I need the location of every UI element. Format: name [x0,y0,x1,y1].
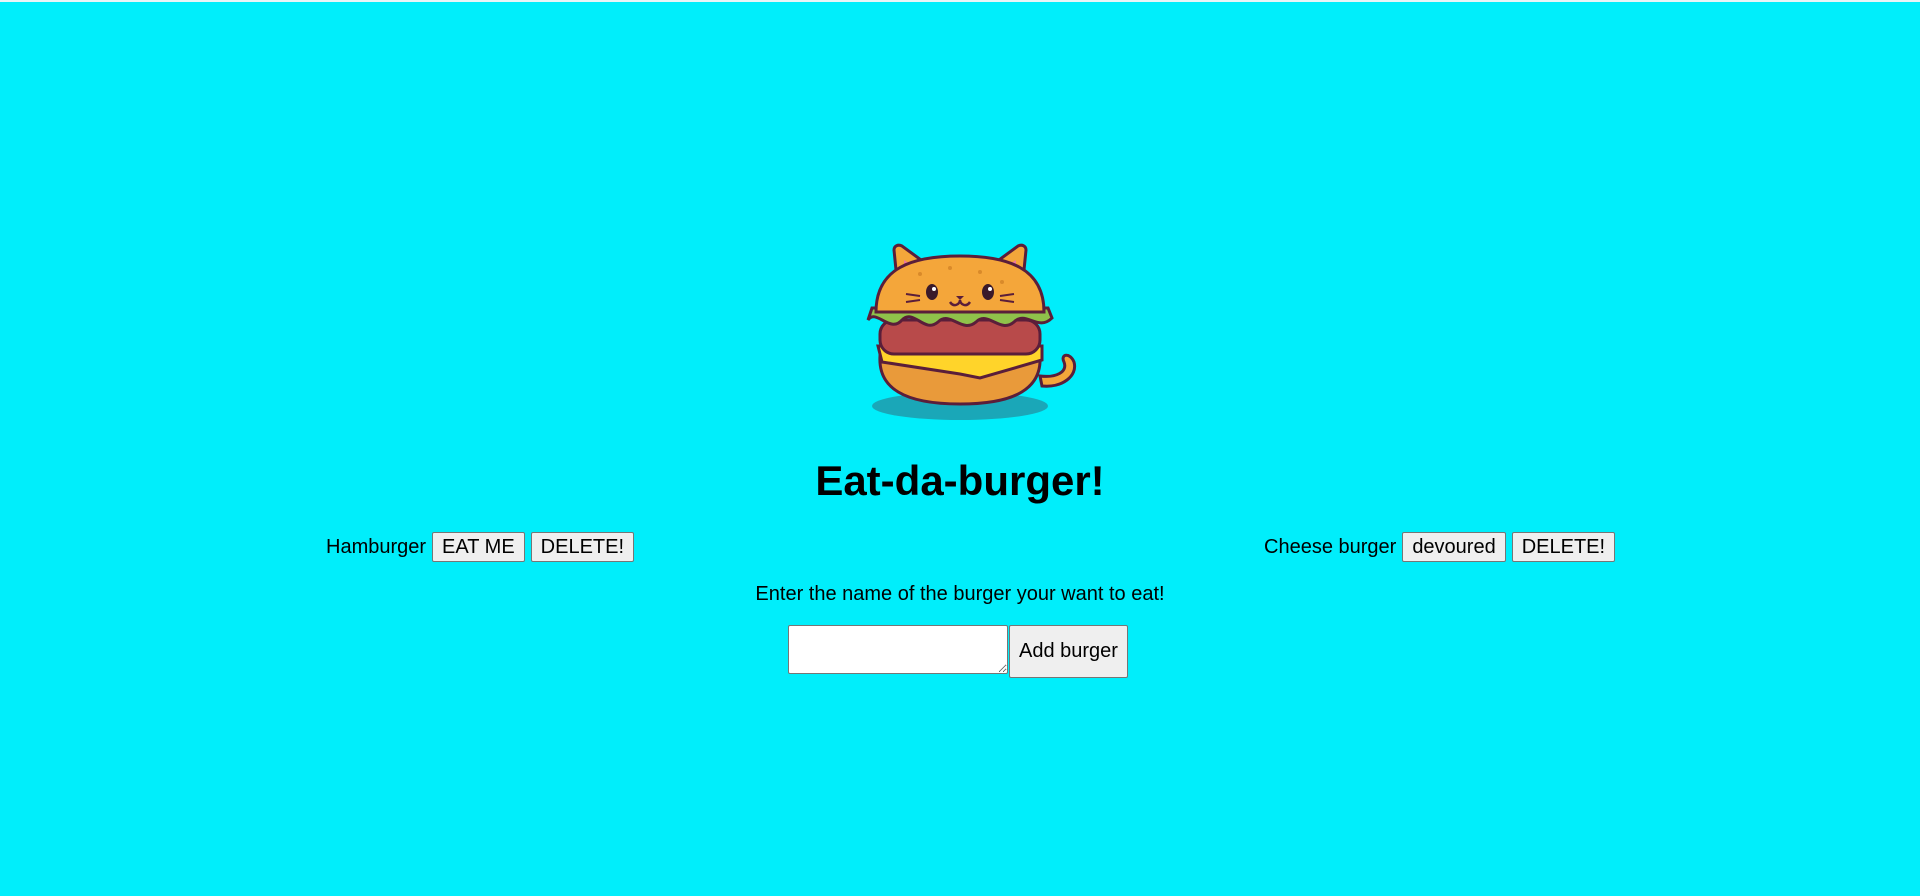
burger-prompt: Enter the name of the burger your want t… [755,583,1165,605]
burger-item: Cheese burger devoured DELETE! [1264,532,1621,562]
page-title: Eat-da-burger! [815,457,1105,504]
top-border [0,0,1920,2]
add-burger-form: Add burger [788,625,1128,678]
devoured-button[interactable]: devoured [1402,532,1506,562]
burger-name: Hamburger [326,535,427,558]
cat-burger-icon [820,238,1100,428]
burger-item: Hamburger EAT ME DELETE! [326,532,640,562]
eat-button[interactable]: EAT ME [432,532,525,562]
burger-name: Cheese burger [1264,535,1397,558]
delete-button[interactable]: DELETE! [1511,532,1616,562]
burger-name-input[interactable] [788,625,1008,674]
delete-button[interactable]: DELETE! [530,532,635,562]
add-burger-button[interactable]: Add burger [1009,625,1128,678]
